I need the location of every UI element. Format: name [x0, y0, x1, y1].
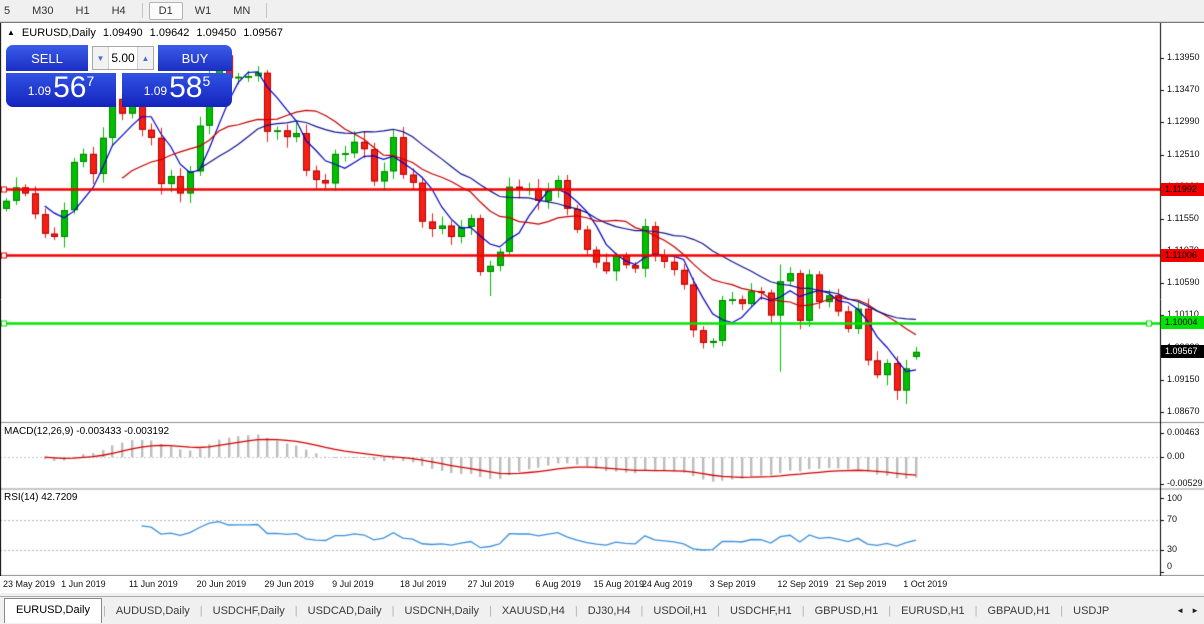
date-axis-label: 24 Aug 2019 [641, 579, 693, 589]
ohlc-close: 1.09567 [243, 27, 283, 39]
tab-separator: | [974, 604, 978, 617]
tab-usdcad-daily[interactable]: USDCAD,Daily [299, 600, 391, 622]
price-axis-tick-label: 1.12510 [1167, 148, 1200, 159]
tab-gbpaud-h1[interactable]: GBPAUD,H1 [979, 600, 1060, 622]
volume-input[interactable]: 5.00 [109, 47, 137, 69]
ohlc-low: 1.09450 [196, 27, 237, 39]
rsi-indicator-label: RSI(14) 42.7209 [4, 492, 78, 503]
date-axis-label: 3 Sep 2019 [709, 579, 756, 589]
collapse-chart-icon[interactable]: ▲ [7, 28, 15, 37]
tab-usdcnh-daily[interactable]: USDCNH,Daily [395, 600, 488, 622]
timeframe-button-h1[interactable]: H1 [66, 2, 100, 20]
date-axis-label: 9 Jul 2019 [332, 579, 374, 589]
price-axis-tick-label: 1.09150 [1167, 373, 1200, 384]
buy-button[interactable]: BUY [158, 45, 232, 71]
volume-decrease-icon[interactable]: ▼ [93, 47, 109, 69]
price-line-label: 1.11006 [1161, 248, 1204, 262]
tabs-scroll-left-icon[interactable]: ◄ [1176, 606, 1184, 615]
tabs-scroll-right-icon[interactable]: ► [1191, 606, 1199, 615]
tab-eurusd-daily[interactable]: EURUSD,Daily [4, 598, 102, 623]
date-axis-label: 18 Jul 2019 [399, 579, 447, 589]
rsi-axis-tick-label: 100 [1167, 493, 1183, 503]
date-axis-label: 29 Jun 2019 [264, 579, 314, 589]
price-axis-tick-label: 1.11550 [1167, 212, 1199, 223]
sell-price-big: 56 [53, 71, 87, 104]
macd-axis-tick-label: 0.00463 [1167, 426, 1200, 437]
volume-increase-icon[interactable]: ▲ [137, 47, 153, 69]
timeframe-button-mn[interactable]: MN [223, 2, 260, 20]
chart-tab-bar: EURUSD,Daily | AUDUSD,Daily | USDCHF,Daily | U… [0, 596, 1204, 624]
tab-dj30-h4[interactable]: DJ30,H4 [579, 600, 640, 622]
price-axis-tick-label: 1.12990 [1167, 116, 1200, 127]
timeframe-button-m30[interactable]: M30 [22, 2, 63, 20]
price-axis-tick-label: 1.13470 [1167, 84, 1200, 95]
price-line-label: 1.10004 [1161, 316, 1204, 330]
timeframe-button-h4[interactable]: H4 [102, 2, 136, 20]
tab-usdoil-h1[interactable]: USDOil,H1 [644, 600, 716, 622]
tab-separator: | [801, 604, 805, 617]
tab-eurusd-h1[interactable]: EURUSD,H1 [892, 600, 974, 622]
date-axis-label: 1 Oct 2019 [903, 579, 948, 589]
toolbar-separator [141, 3, 143, 18]
rsi-axis-tick-label: 30 [1167, 544, 1178, 554]
toolbar-separator [266, 3, 268, 18]
tab-separator: | [102, 604, 106, 617]
one-click-trade-panel: SELL ▼ 5.00 ▲ BUY 1.09 56 7 1.09 58 5 [6, 45, 232, 107]
tab-usdjp[interactable]: USDJP [1064, 600, 1118, 622]
tab-separator: | [574, 604, 578, 617]
buy-price-sup: 5 [202, 73, 211, 89]
rsi-axis-tick-label: 0 [1167, 561, 1173, 571]
ohlc-open: 1.09490 [102, 27, 143, 39]
sell-price-prefix: 1.09 [27, 84, 52, 98]
date-axis-label: 27 Jul 2019 [467, 579, 515, 589]
macd-axis-tick-label: 0.00 [1167, 451, 1185, 461]
mt4-window: { "toolbar": { "timeframes": ["5", "M30"… [0, 0, 1204, 624]
date-axis-label: 23 May 2019 [3, 579, 56, 589]
date-axis-label: 12 Sep 2019 [777, 579, 829, 589]
tab-separator: | [640, 604, 644, 617]
date-axis-label: 1 Jun 2019 [61, 579, 106, 589]
tab-separator: | [1060, 604, 1064, 617]
tab-separator: | [489, 604, 492, 617]
date-axis-label: 11 Jun 2019 [128, 579, 178, 589]
timeframe-button-w1[interactable]: W1 [185, 2, 222, 20]
buy-price-display[interactable]: 1.09 58 5 [122, 73, 232, 107]
price-line-label: 1.11992 [1161, 182, 1204, 196]
rsi-axis-tick-label: 70 [1167, 514, 1178, 524]
date-axis-label: 21 Sep 2019 [835, 579, 887, 589]
tab-separator: | [391, 604, 395, 617]
tab-xauusd-h4[interactable]: XAUUSD,H4 [493, 600, 574, 622]
tab-usdchf-daily[interactable]: USDCHF,Daily [204, 600, 294, 622]
price-axis-tick-label: 1.08670 [1167, 406, 1200, 416]
tab-separator: | [717, 604, 721, 617]
date-axis-label: 15 Aug 2019 [593, 579, 645, 589]
tab-separator: | [888, 604, 892, 617]
tab-separator: | [199, 604, 203, 617]
current-price-label: 1.09567 [1161, 345, 1204, 359]
sell-price-sup: 7 [86, 73, 95, 89]
sell-price-display[interactable]: 1.09 56 7 [6, 73, 116, 107]
timeframe-button-5[interactable]: 5 [0, 2, 20, 20]
price-axis-tick-label: 1.10590 [1167, 277, 1200, 288]
volume-spinner: ▼ 5.00 ▲ [92, 46, 154, 70]
chart-window: ▲ EURUSD,Daily 1.09490 1.09642 1.09450 1… [0, 22, 1204, 593]
buy-price-prefix: 1.09 [143, 84, 168, 98]
sell-button[interactable]: SELL [6, 45, 88, 71]
timeframe-button-d1[interactable]: D1 [148, 1, 183, 20]
price-axis-tick-label: 1.13950 [1167, 52, 1200, 62]
macd-indicator-label: MACD(12,26,9) -0.003433 -0.003192 [4, 426, 170, 437]
buy-price-big: 58 [169, 71, 203, 104]
tab-audusd-daily[interactable]: AUDUSD,Daily [107, 600, 199, 622]
date-axis-label: 6 Aug 2019 [535, 579, 581, 589]
tab-usdchf-h1[interactable]: USDCHF,H1 [721, 600, 801, 622]
date-axis-label: 20 Jun 2019 [196, 579, 247, 589]
timeframe-toolbar: 5 M30 H1 H4 D1 W1 MN [0, 0, 1204, 22]
chart-header: ▲ EURUSD,Daily 1.09490 1.09642 1.09450 1… [7, 27, 283, 39]
ohlc-high: 1.09642 [149, 27, 190, 39]
chart-symbol-label: EURUSD,Daily [21, 27, 96, 39]
macd-axis-tick-label: -0.00529 [1167, 478, 1203, 489]
tab-scroll-buttons: ◄ ► [1173, 597, 1202, 624]
tab-gbpusd-h1[interactable]: GBPUSD,H1 [806, 600, 888, 622]
tab-separator: | [294, 604, 298, 617]
